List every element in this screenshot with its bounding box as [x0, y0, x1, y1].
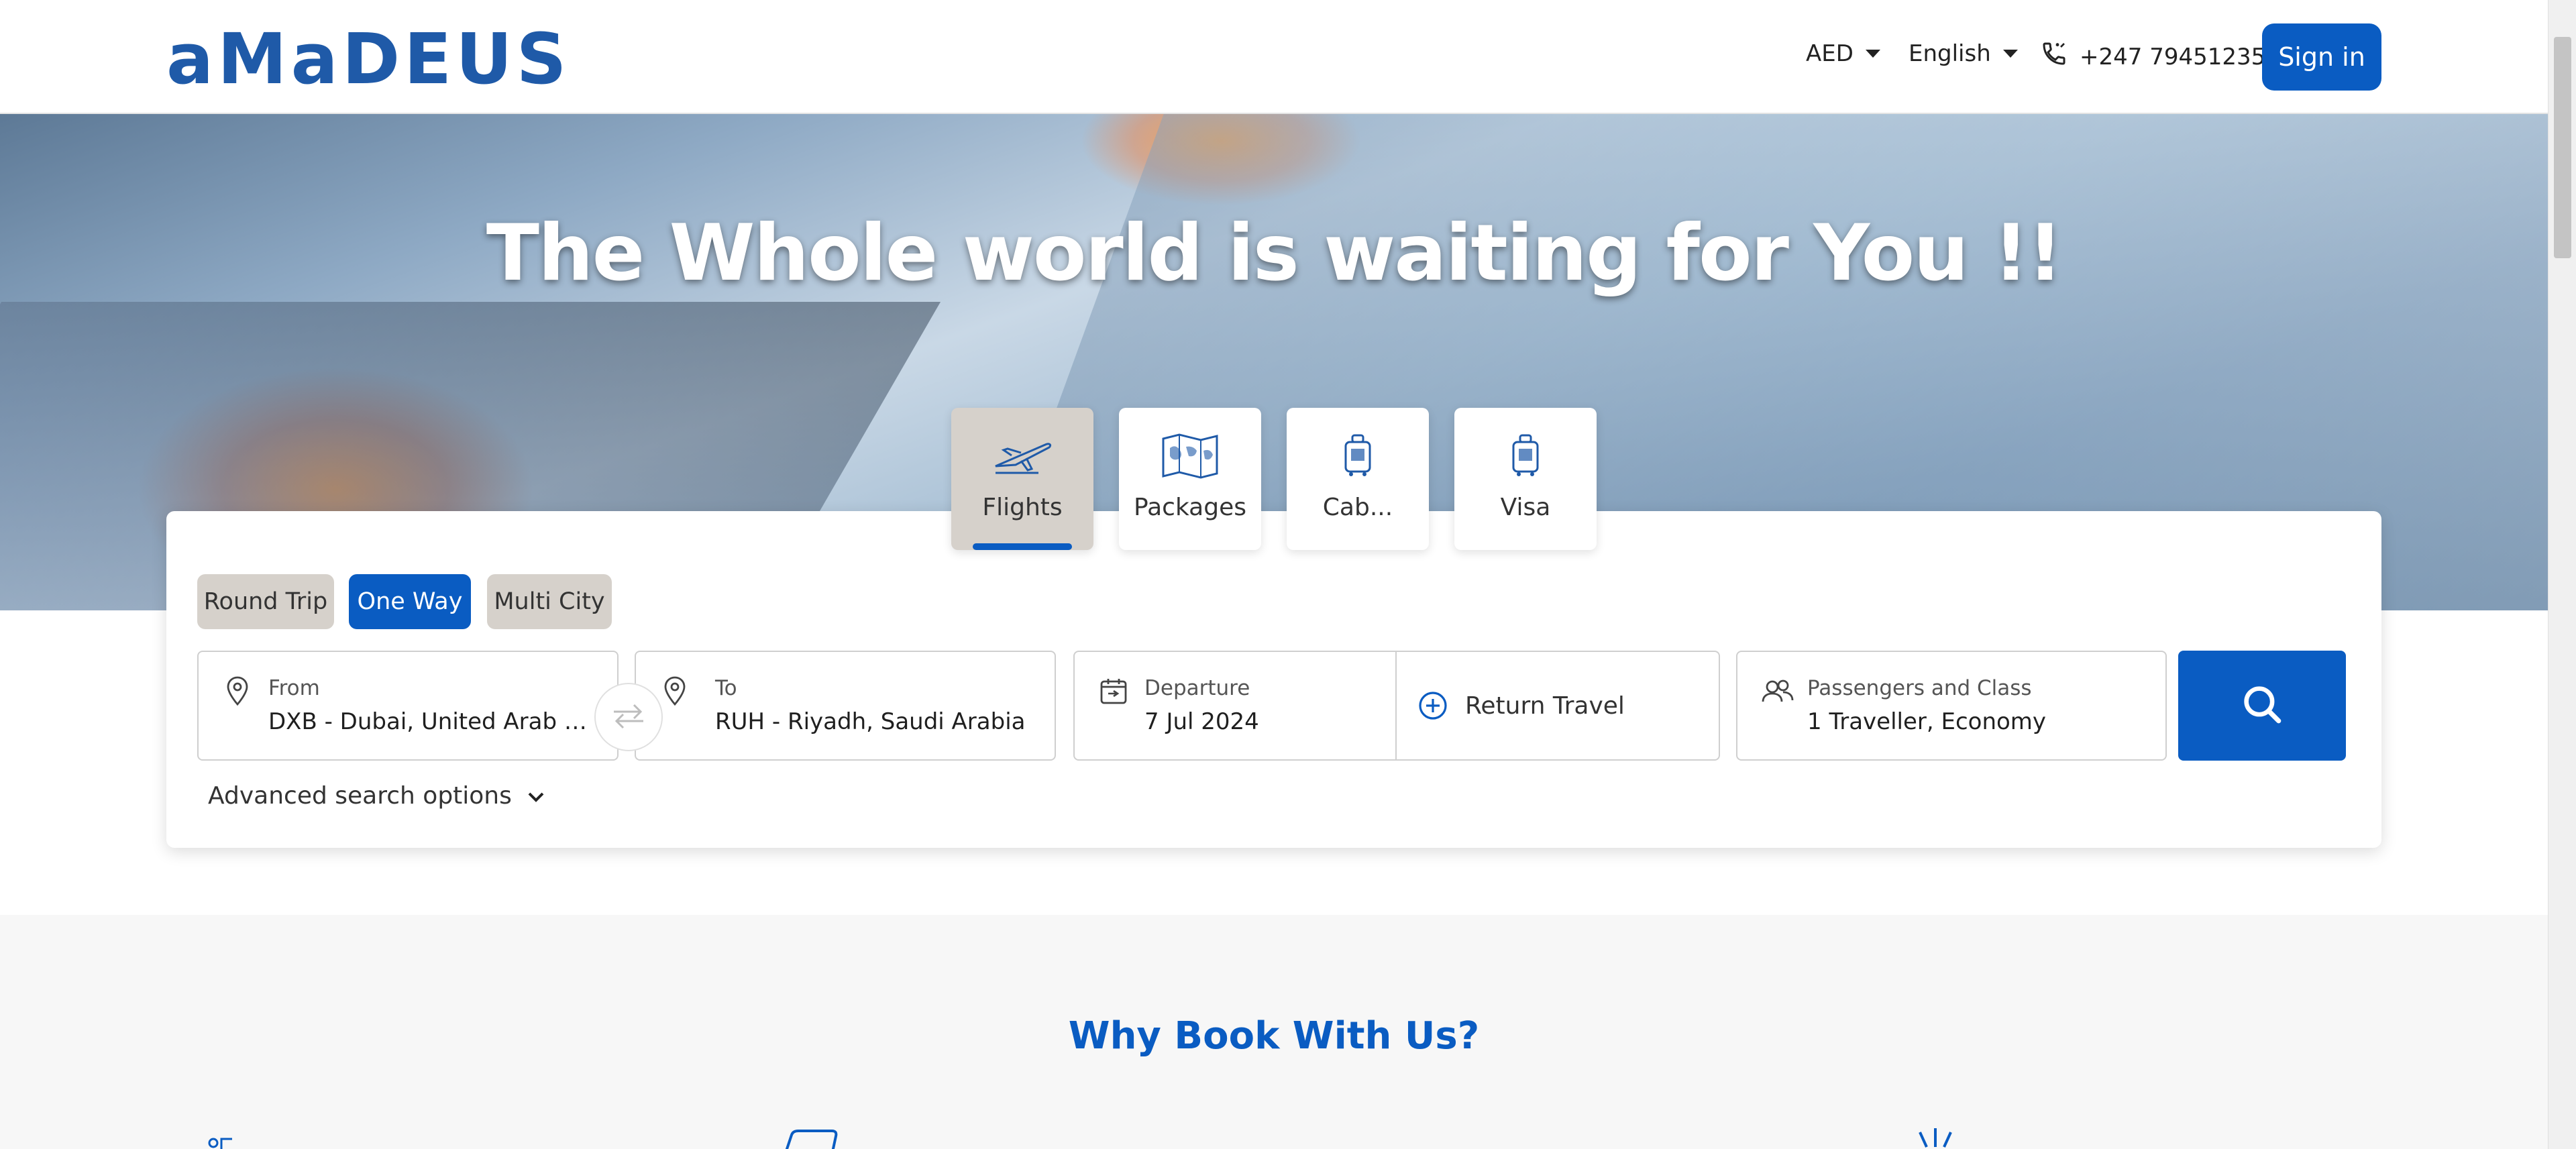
advanced-search-toggle[interactable]: Advanced search options: [208, 782, 545, 810]
advanced-search-label: Advanced search options: [208, 782, 512, 810]
passengers-label: Passengers and Class: [1807, 676, 2032, 700]
hero-title: The Whole world is waiting for You !!: [486, 208, 2063, 298]
why-book-title: Why Book With Us?: [1068, 1014, 1480, 1058]
from-label: From: [268, 676, 320, 700]
tab-active-indicator: [973, 543, 1072, 550]
trip-multi-city-button[interactable]: Multi City: [487, 574, 612, 629]
tab-flights[interactable]: Flights: [951, 408, 1093, 550]
search-card: Round Trip One Way Multi City From DXB -…: [166, 511, 2381, 848]
phone-icon: [2041, 40, 2068, 73]
phone-contact[interactable]: +247 79451235: [2041, 40, 2265, 73]
passengers-value: 1 Traveller, Economy: [1807, 708, 2047, 735]
departure-value: 7 Jul 2024: [1144, 708, 1259, 735]
map-icon: [1159, 432, 1221, 479]
departure-field[interactable]: Departure 7 Jul 2024: [1073, 651, 1397, 761]
from-field[interactable]: From DXB - Dubai, United Arab Emira...: [197, 651, 619, 761]
tab-packages-label: Packages: [1134, 494, 1246, 521]
phone-number: +247 79451235: [2080, 43, 2266, 70]
scrollbar-thumb[interactable]: [2554, 37, 2571, 258]
to-value: RUH - Riyadh, Saudi Arabia: [715, 708, 1026, 735]
location-pin-icon: [221, 675, 254, 707]
location-pin-icon: [659, 675, 691, 707]
site-header: aMaDEUS AED English +247 79451235 Sign i…: [0, 0, 2548, 114]
language-selector[interactable]: English: [1909, 40, 2018, 67]
tab-packages[interactable]: Packages: [1119, 408, 1261, 550]
search-icon: [2240, 682, 2284, 729]
luggage-icon: [1495, 432, 1556, 479]
feature-icon: [778, 1128, 839, 1149]
swap-arrows-icon: [611, 702, 646, 732]
to-field[interactable]: To RUH - Riyadh, Saudi Arabia: [635, 651, 1056, 761]
return-travel-field[interactable]: Return Travel: [1395, 651, 1720, 761]
swap-locations-button[interactable]: [594, 683, 663, 751]
trip-round-trip-button[interactable]: Round Trip: [197, 574, 334, 629]
calendar-icon: [1097, 675, 1130, 707]
why-book-section: Why Book With Us?: [0, 915, 2548, 1149]
tab-visa[interactable]: Visa: [1454, 408, 1597, 550]
plane-icon: [991, 432, 1053, 479]
feature-icon: [205, 1128, 246, 1149]
users-icon: [1760, 675, 1794, 707]
luggage-icon: [1327, 432, 1389, 479]
departure-label: Departure: [1144, 676, 1250, 700]
tab-flights-label: Flights: [982, 494, 1063, 521]
tab-cab[interactable]: Cab...: [1287, 408, 1429, 550]
to-label: To: [715, 676, 737, 700]
page-scrollbar[interactable]: [2548, 0, 2576, 1149]
search-button[interactable]: [2178, 651, 2346, 761]
passengers-field[interactable]: Passengers and Class 1 Traveller, Econom…: [1736, 651, 2167, 761]
tab-visa-label: Visa: [1500, 494, 1551, 521]
sign-in-button[interactable]: Sign in: [2262, 23, 2381, 91]
tab-cab-label: Cab...: [1322, 494, 1393, 521]
return-travel-label: Return Travel: [1465, 692, 1625, 720]
plus-circle-icon: [1417, 690, 1449, 722]
amadeus-logo[interactable]: aMaDEUS: [166, 24, 571, 94]
currency-selector[interactable]: AED: [1806, 40, 1880, 67]
from-value: DXB - Dubai, United Arab Emira...: [268, 708, 597, 735]
chevron-down-icon: [527, 782, 545, 810]
chevron-down-icon: [2002, 50, 2018, 58]
language-label: English: [1909, 40, 1991, 67]
currency-label: AED: [1806, 40, 1854, 67]
trip-one-way-button[interactable]: One Way: [349, 574, 471, 629]
chevron-down-icon: [1865, 50, 1880, 58]
feature-icon: [1905, 1128, 1966, 1149]
